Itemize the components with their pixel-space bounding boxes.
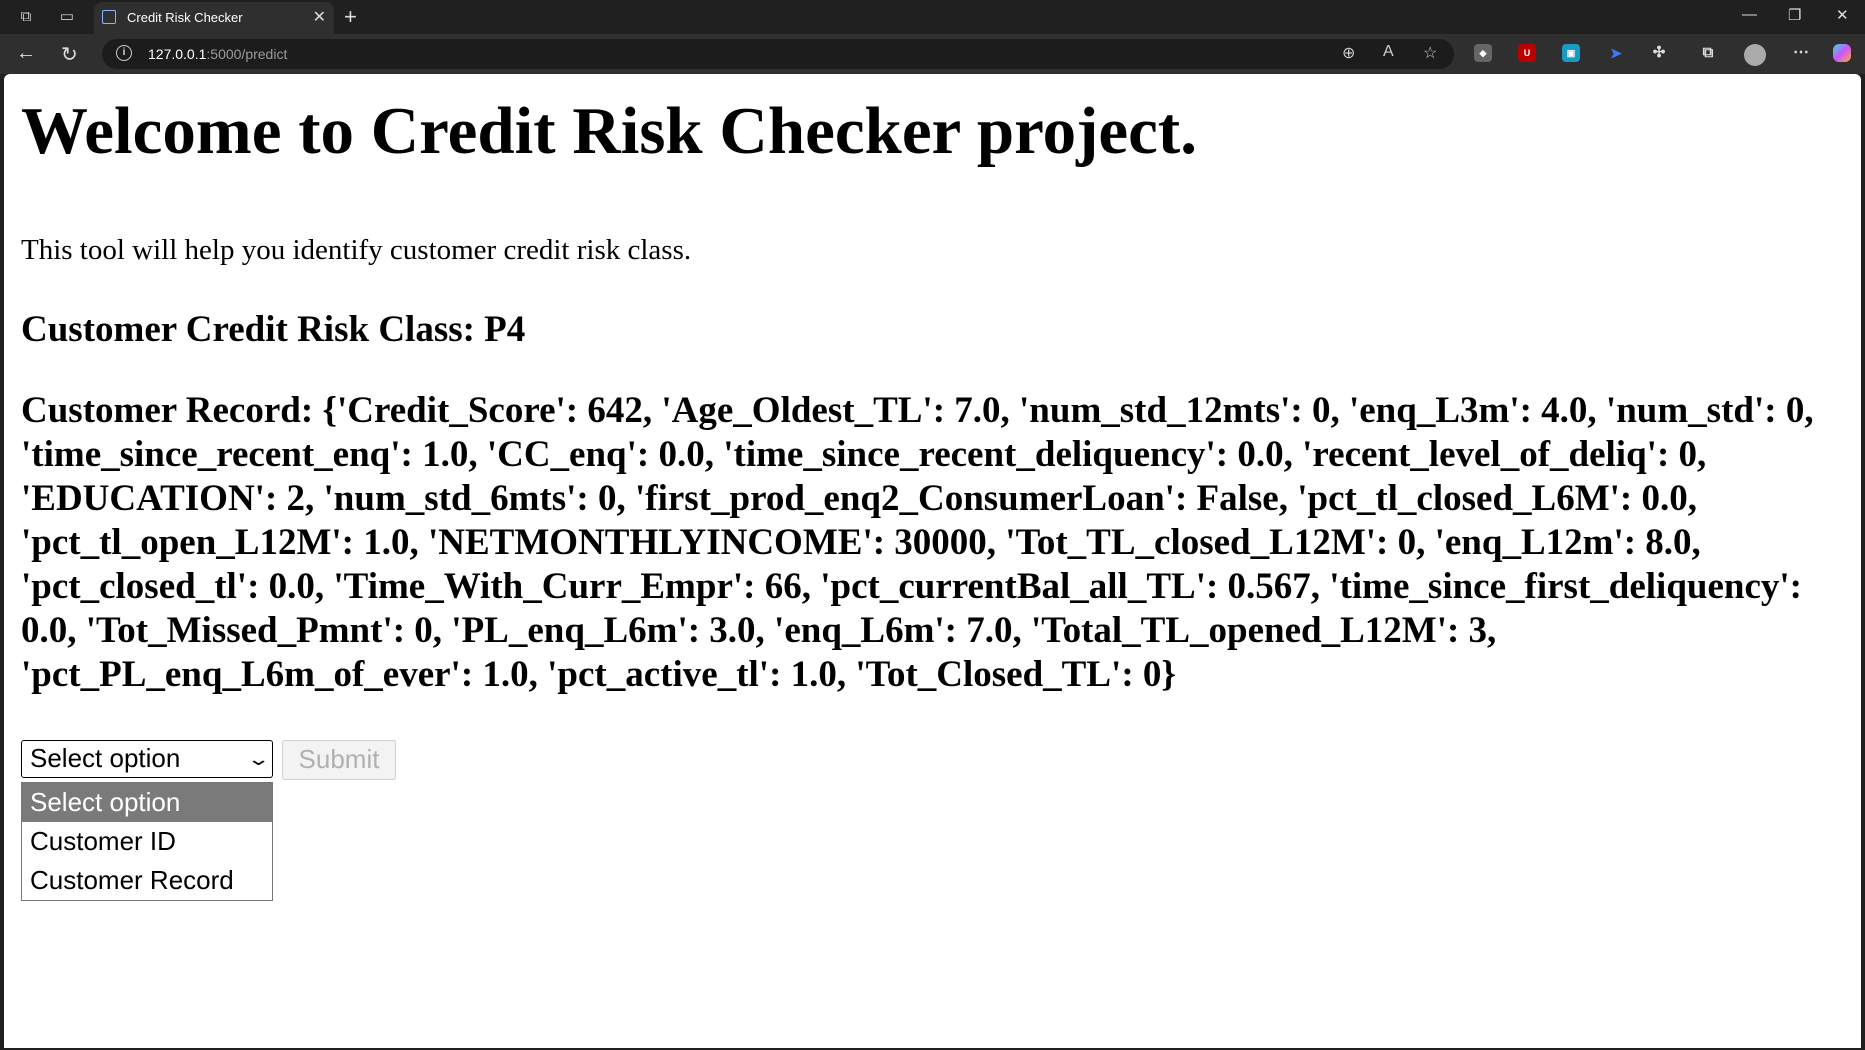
url-host: 127.0.0.1: [148, 46, 207, 62]
workspaces-icon[interactable]: ⧉: [16, 7, 36, 27]
url-text[interactable]: 127.0.0.1:5000/predict: [148, 46, 287, 62]
ublock-extension-icon[interactable]: U: [1518, 44, 1536, 62]
zoom-icon[interactable]: ⊕: [1342, 43, 1355, 63]
tab-credit-risk-checker[interactable]: Credit Risk Checker ✕: [94, 2, 334, 34]
page-viewport: Welcome to Credit Risk Checker project. …: [4, 74, 1861, 1048]
read-aloud-icon[interactable]: A: [1383, 43, 1394, 61]
customer-record-text: Customer Record: {'Credit_Score': 642, '…: [21, 390, 1814, 695]
option-customer-id[interactable]: Customer ID: [22, 822, 272, 861]
intro-text: This tool will help you identify custome…: [21, 234, 692, 266]
save-extension-icon[interactable]: ▣: [1562, 44, 1580, 62]
option-dropdown-list: Select option Customer ID Customer Recor…: [21, 782, 273, 901]
option-select-value: Select option: [30, 743, 181, 773]
extensions-puzzle-icon[interactable]: ✣: [1650, 44, 1668, 62]
new-tab-icon[interactable]: +: [344, 4, 357, 30]
option-select-option[interactable]: Select option: [22, 783, 272, 822]
risk-class-result: Customer Credit Risk Class: P4: [21, 309, 526, 350]
chevron-down-icon: ⌄: [246, 749, 271, 769]
collections-icon[interactable]: ⧉: [1699, 44, 1717, 62]
submit-button[interactable]: Submit: [282, 740, 396, 780]
site-info-icon[interactable]: i: [116, 45, 132, 61]
address-bar[interactable]: i 127.0.0.1:5000/predict ⊕ A ☆: [102, 39, 1454, 69]
window-close-icon[interactable]: ✕: [1836, 6, 1849, 24]
more-menu-icon[interactable]: ⋯: [1792, 44, 1810, 62]
pointer-extension-icon[interactable]: ➤: [1607, 44, 1625, 62]
page-favicon-icon: [102, 10, 116, 24]
back-icon[interactable]: ←: [16, 42, 36, 65]
tab-title: Credit Risk Checker: [127, 10, 243, 25]
refresh-icon[interactable]: ↻: [61, 42, 78, 67]
copilot-icon[interactable]: [1833, 44, 1851, 62]
shield-extension-icon[interactable]: ◆: [1474, 44, 1492, 62]
option-customer-record[interactable]: Customer Record: [22, 861, 272, 900]
tab-bar: ⧉ ▭ Credit Risk Checker ✕ + — ❐ ✕: [0, 0, 1865, 34]
tab-close-icon[interactable]: ✕: [313, 7, 326, 27]
tab-actions-icon[interactable]: ▭: [57, 7, 77, 27]
address-toolbar: ← ↻ i 127.0.0.1:5000/predict ⊕ A ☆ ◆ U ▣…: [0, 34, 1865, 74]
restore-icon[interactable]: ❐: [1788, 6, 1801, 24]
page-title: Welcome to Credit Risk Checker project.: [21, 94, 1197, 168]
profile-avatar-icon[interactable]: [1744, 44, 1766, 66]
favorite-star-icon[interactable]: ☆: [1423, 43, 1437, 63]
url-path: :5000/predict: [206, 46, 288, 62]
minimize-icon[interactable]: —: [1742, 6, 1757, 23]
option-select[interactable]: Select option ⌄: [21, 740, 273, 778]
